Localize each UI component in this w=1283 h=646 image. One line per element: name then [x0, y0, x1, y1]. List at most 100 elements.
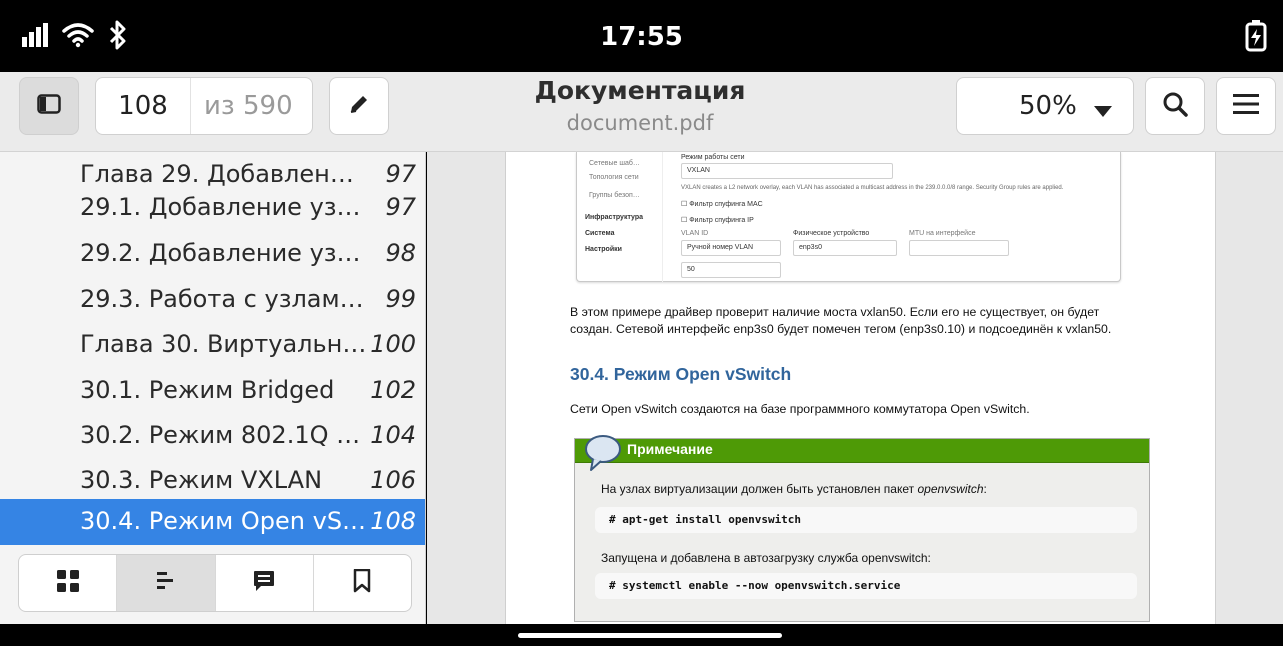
toc-item-label: 30.4. Режим Open vS…	[80, 507, 367, 535]
thumbnails-grid-icon	[56, 570, 79, 596]
status-bar: 17:55	[0, 0, 1283, 72]
note-text: На узлах виртуализации должен быть устан…	[601, 482, 987, 496]
note-header: Примечание	[575, 435, 1149, 471]
annotate-button[interactable]	[329, 77, 389, 135]
tab-annotations[interactable]	[216, 555, 314, 611]
page-selector[interactable]: 108 из 590	[95, 77, 313, 135]
toc-item-label: 29.1. Добавление уз…	[80, 193, 361, 221]
toc-item-page: 108	[370, 507, 416, 535]
toc-item[interactable]: 30.3. Режим VXLAN 106	[0, 458, 425, 504]
screenshot-checkbox-ip-label: Фильтр спуфинга IP	[689, 217, 754, 224]
screenshot-nav: Сетевые шаб… Топология сети Группы безоп…	[577, 152, 663, 282]
tab-thumbnails[interactable]	[19, 555, 118, 611]
screenshot-mode-select: VXLAN	[681, 163, 893, 179]
main-menu-button[interactable]	[1216, 77, 1276, 135]
toc-item-label: 30.2. Режим 802.1Q …	[80, 421, 361, 449]
toc-item-label: 29.3. Работа с узлам…	[80, 285, 364, 313]
sidebar-toggle-icon	[37, 94, 61, 118]
screenshot-nav-item: Сетевые шаб…	[589, 160, 640, 167]
code-block: # systemctl enable --now openvswitch.ser…	[595, 573, 1137, 599]
toc-item-page: 97	[385, 193, 416, 221]
document-view[interactable]: Сетевые шаб… Топология сети Группы безоп…	[427, 152, 1283, 624]
screenshot-mode-label: Режим работы сети	[681, 154, 745, 161]
bookmarks-icon	[353, 568, 371, 597]
screenshot-vlan-select: Ручной номер VLAN	[681, 240, 781, 256]
screenshot-vlan-input: 50	[681, 262, 781, 278]
paragraph-line: В этом примере драйвер проверит наличие …	[570, 305, 1100, 319]
toc-item-selected[interactable]: 30.4. Режим Open vS… 108	[0, 499, 425, 545]
toc-item-label: 30.3. Режим VXLAN	[80, 466, 323, 494]
chevron-down-icon	[1094, 102, 1112, 121]
pdf-page: Сетевые шаб… Топология сети Группы безоп…	[505, 152, 1216, 624]
search-icon	[1162, 91, 1188, 121]
section-heading: 30.4. Режим Open vSwitch	[570, 364, 792, 384]
hamburger-menu-icon	[1233, 93, 1259, 119]
annotations-icon	[253, 570, 275, 596]
paragraph-line: создан. Сетевой интерфейс enp3s0 будет п…	[570, 322, 1112, 336]
pdf-viewer-app: 17:55 108 из 590 Документация document.p…	[0, 0, 1283, 646]
note-text-main: На узлах виртуализации должен быть устан…	[601, 482, 918, 496]
screenshot-vlan-value: 50	[687, 266, 695, 273]
toc-item-page: 104	[370, 421, 416, 449]
note-text-end: :	[983, 482, 987, 496]
screenshot-mtu-input	[909, 240, 1009, 256]
screenshot-mode-desc: VXLAN creates a L2 network overlay, each…	[681, 185, 1064, 191]
toc-item-label: 30.1. Режим Bridged	[80, 376, 335, 404]
note-text-package: openvswitch	[917, 482, 984, 496]
toc-item-page: 102	[370, 376, 416, 404]
screenshot-nav-item: Система	[585, 230, 615, 237]
tab-bookmarks[interactable]	[314, 555, 411, 611]
screenshot-nav-item: Настройки	[585, 246, 622, 253]
search-button[interactable]	[1145, 77, 1205, 135]
pencil-icon	[347, 92, 371, 120]
toc-item-page: 99	[385, 285, 416, 313]
speech-bubble-icon	[583, 433, 623, 477]
document-filename: document.pdf	[566, 111, 714, 135]
toc-item[interactable]: 29.2. Добавление уз… 98	[0, 231, 425, 277]
title-area: Документация document.pdf	[430, 74, 850, 138]
sidebar-view-switcher	[18, 554, 412, 612]
screenshot-phys-input: enp3s0	[793, 240, 897, 256]
screenshot-vlan-select-value: Ручной номер VLAN	[687, 244, 754, 251]
note-title: Примечание	[627, 441, 713, 457]
screenshot-nav-item: Топология сети	[589, 174, 639, 181]
sidebar-toggle-button[interactable]	[19, 77, 79, 135]
toc-item[interactable]: 30.1. Режим Bridged 102	[0, 368, 425, 414]
screenshot-checkbox-mac-label: Фильтр спуфинга MAC	[689, 201, 763, 208]
toc-item[interactable]: 29.1. Добавление уз… 97	[0, 185, 425, 231]
header-bar: 108 из 590 Документация document.pdf 50%	[0, 72, 1283, 152]
document-title: Документация	[534, 76, 746, 105]
toc-item[interactable]: 30.2. Режим 802.1Q … 104	[0, 413, 425, 459]
toc-item-page: 100	[370, 330, 416, 358]
note-text: Запущена и добавлена в автозагрузку служ…	[601, 551, 931, 565]
toc-item[interactable]: 29.3. Работа с узлам… 99	[0, 277, 425, 323]
status-clock: 17:55	[600, 22, 683, 52]
screenshot-phys-label: Физическое устройство	[793, 230, 870, 237]
screenshot-checkbox-ip: ☐ Фильтр спуфинга IP	[681, 217, 754, 224]
zoom-dropdown[interactable]: 50%	[956, 77, 1134, 135]
home-gesture-handle[interactable]	[518, 633, 782, 638]
screenshot-nav-item: Инфраструктура	[585, 214, 644, 221]
embedded-screenshot: Сетевые шаб… Топология сети Группы безоп…	[576, 152, 1121, 282]
screenshot-mode-value: VXLAN	[687, 167, 710, 174]
page-number-input[interactable]: 108	[96, 78, 191, 134]
code-block: # apt-get install openvswitch	[595, 507, 1137, 533]
tab-outline[interactable]	[117, 555, 216, 611]
screenshot-checkbox-mac: ☐ Фильтр спуфинга MAC	[681, 201, 763, 208]
screenshot-nav-item: Группы безоп…	[589, 192, 640, 199]
paragraph-line: Сети Open vSwitch создаются на базе прог…	[570, 402, 1030, 416]
note-box: Примечание На узлах виртуализации должен…	[574, 435, 1150, 622]
outline-icon	[156, 572, 175, 594]
screenshot-vlan-label: VLAN ID	[681, 230, 709, 237]
toc-item-page: 106	[370, 466, 416, 494]
zoom-value: 50%	[1019, 91, 1077, 121]
toc-item-label: Глава 30. Виртуальн…	[80, 330, 367, 358]
screenshot-mtu-label: MTU на интерфейсе	[909, 230, 976, 237]
screenshot-phys-value: enp3s0	[799, 244, 822, 251]
battery-charging-icon	[1245, 20, 1267, 56]
toc-item-page: 98	[385, 239, 416, 267]
toc-item[interactable]: Глава 30. Виртуальн… 100	[0, 322, 425, 368]
toc-item-label: 29.2. Добавление уз…	[80, 239, 361, 267]
system-nav-bar	[0, 624, 1283, 646]
outline-sidebar: Глава 29. Добавлен… 97 29.1. Добавление …	[0, 152, 426, 624]
